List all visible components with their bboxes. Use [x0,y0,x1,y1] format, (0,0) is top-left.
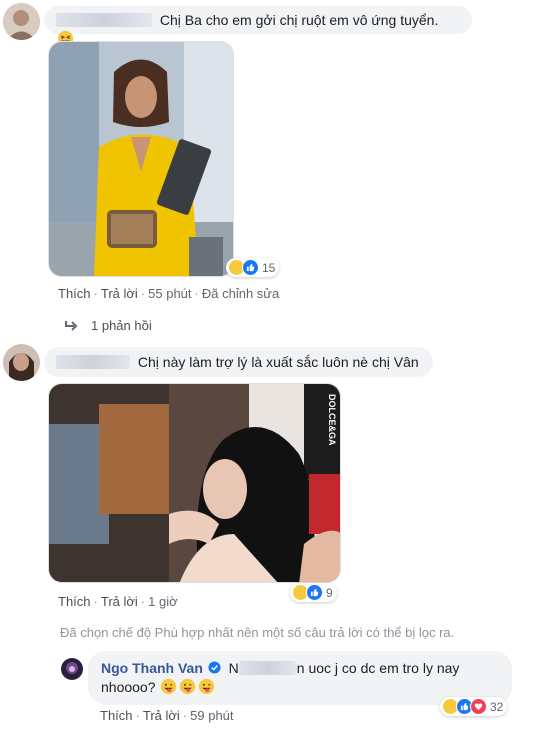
like-link[interactable]: Thích [58,286,91,301]
tongue-wink-emoji-icon [199,678,215,695]
like-reaction-icon [242,259,259,276]
blurred-mention [238,661,297,675]
comment-actions: Thích · Trả lời · 55 phút · Đã chỉnh sửa [58,286,279,301]
separator-dot: · [93,286,98,301]
separator-dot: · [194,286,199,301]
commenter-avatar[interactable] [3,3,40,40]
comment-bubble: Chị này làm trợ lý là xuất sắc luôn nè c… [44,347,433,377]
reply-link[interactable]: Trả lời [101,286,138,301]
comment-photo-yellow-suit[interactable] [48,41,234,277]
separator-dot: · [135,708,140,723]
reply-link[interactable]: Trả lời [101,594,138,609]
reply-text-line1: n uoc j co dc em tro ly nay [296,660,460,676]
separator-dot: · [140,286,146,301]
reply-actions: Thích · Trả lời · 59 phút [100,708,234,723]
comment-text: Chị này làm trợ lý là xuất sắc luôn nè c… [137,354,419,370]
reaction-count: 32 [490,699,504,714]
reply-arrow-icon [65,320,78,331]
reaction-count: 15 [262,260,276,275]
separator-dot: · [140,594,146,609]
filter-notice: Đã chọn chế độ Phù hợp nhất nên một số c… [60,625,455,640]
view-replies-link[interactable]: 1 phản hồi [64,318,152,333]
reply-text-line2: nhoooo? [101,679,156,695]
reply-author-avatar[interactable] [61,658,83,680]
like-reaction-icon [306,584,323,601]
photo-watermark-text: DOLCE&GA [327,394,337,446]
verified-badge-icon [208,661,221,674]
separator-dot: · [93,594,98,609]
comment-text: Chị Ba cho em gởi chị ruột em vô ứng tuy… [159,12,439,28]
separator-dot: · [182,708,188,723]
comment-actions: Thích · Trả lời · 1 giờ [58,594,178,609]
reply-reactions[interactable]: 32 [440,697,508,716]
edited-label[interactable]: Đã chỉnh sửa [202,286,279,301]
reply-author-name[interactable]: Ngo Thanh Van [101,660,203,676]
reply-count: 1 phản hồi [91,318,152,333]
blurred-author-name[interactable] [56,13,152,27]
comment-photo-black-hair[interactable]: DOLCE&GA [48,383,341,583]
timestamp-link[interactable]: 55 phút [148,286,191,301]
tongue-wink-emoji-icon [180,678,196,695]
timestamp-link[interactable]: 1 giờ [148,594,178,609]
commenter-avatar[interactable] [3,344,40,381]
blurred-author-name[interactable] [56,355,130,369]
comment-bubble: Chị Ba cho em gởi chị ruột em vô ứng tuy… [44,6,472,47]
reply-link[interactable]: Trả lời [143,708,180,723]
reaction-count: 9 [326,585,333,600]
comment-reactions[interactable]: 9 [290,583,337,602]
like-link[interactable]: Thích [58,594,91,609]
timestamp-link[interactable]: 59 phút [190,708,233,723]
tongue-wink-emoji-icon [161,678,177,695]
like-link[interactable]: Thích [100,708,133,723]
reply-text-start: N [228,660,239,676]
love-reaction-icon [470,698,487,715]
comment-reactions[interactable]: 15 [226,258,280,277]
